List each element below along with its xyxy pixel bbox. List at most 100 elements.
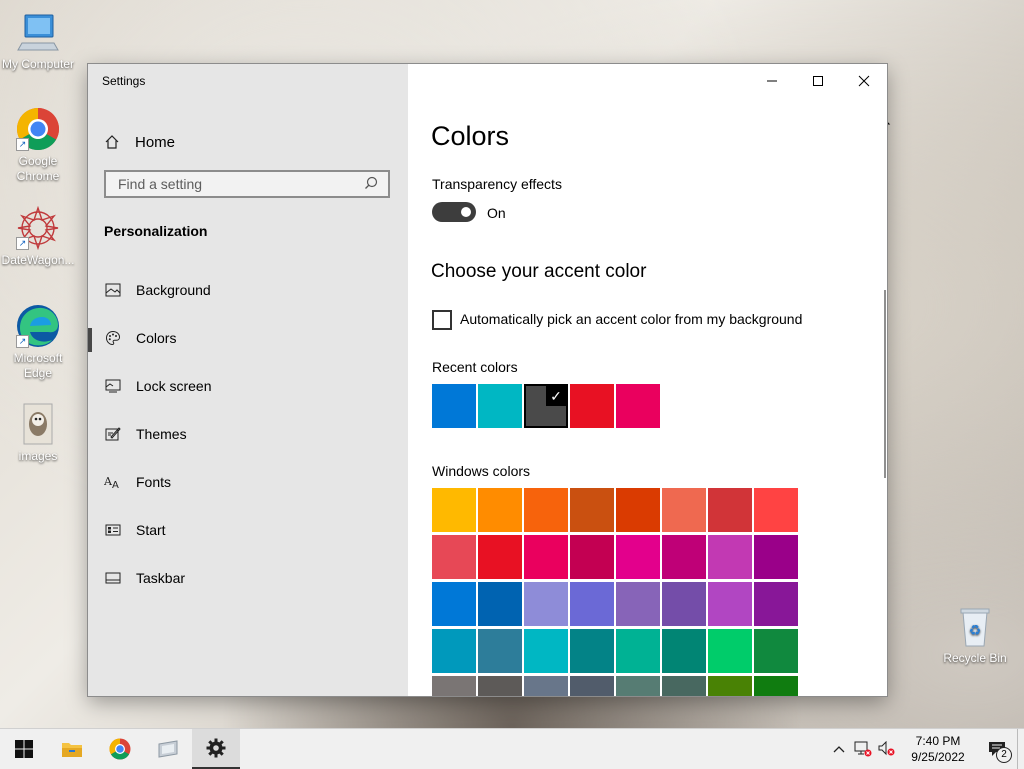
- windows-color-swatch[interactable]: [616, 582, 660, 626]
- windows-color-swatch[interactable]: [616, 488, 660, 532]
- desktop-icon-google-chrome[interactable]: ↗ Google Chrome: [0, 107, 76, 184]
- network-button[interactable]: [851, 729, 875, 769]
- desktop-icon-recycle-bin[interactable]: ♻ Recycle Bin: [937, 604, 1013, 666]
- show-desktop-button[interactable]: [1017, 729, 1024, 769]
- desktop-icon-label: DateWagon...: [1, 253, 75, 267]
- windows-color-swatch[interactable]: [432, 629, 476, 673]
- windows-color-swatch[interactable]: [708, 535, 752, 579]
- taskbar-settings[interactable]: [192, 729, 240, 769]
- windows-color-swatch[interactable]: [708, 676, 752, 696]
- windows-color-swatch[interactable]: [432, 676, 476, 696]
- nav-item-colors[interactable]: Colors: [88, 318, 408, 358]
- colors-page: Colors Transparency effects On Choose yo…: [408, 64, 887, 696]
- windows-color-swatch[interactable]: [708, 582, 752, 626]
- auto-pick-accent-label[interactable]: Automatically pick an accent color from …: [460, 311, 802, 327]
- windows-color-swatch[interactable]: [708, 488, 752, 532]
- windows-color-swatch[interactable]: [662, 676, 706, 696]
- windows-color-swatch[interactable]: [570, 582, 614, 626]
- taskbar-chrome[interactable]: [96, 729, 144, 769]
- windows-color-swatch[interactable]: [616, 535, 660, 579]
- windows-color-swatch[interactable]: [478, 535, 522, 579]
- windows-color-swatch[interactable]: [754, 676, 798, 696]
- content-scrollbar[interactable]: [884, 290, 886, 478]
- windows-color-swatch[interactable]: [524, 488, 568, 532]
- taskbar-file-explorer[interactable]: [48, 729, 96, 769]
- recent-color-swatch[interactable]: [570, 384, 614, 428]
- transparency-toggle-state: On: [487, 205, 506, 221]
- auto-pick-accent-checkbox[interactable]: [432, 310, 452, 330]
- windows-color-swatch[interactable]: [524, 582, 568, 626]
- windows-color-swatch[interactable]: [524, 629, 568, 673]
- nav-item-lock-screen[interactable]: Lock screen: [88, 366, 408, 406]
- recent-color-swatch[interactable]: [432, 384, 476, 428]
- windows-color-swatch[interactable]: [432, 535, 476, 579]
- close-button[interactable]: [841, 64, 887, 98]
- windows-color-swatch[interactable]: [616, 676, 660, 696]
- page-title: Colors: [431, 121, 510, 151]
- windows-color-swatch[interactable]: [524, 535, 568, 579]
- volume-button[interactable]: [875, 729, 899, 769]
- windows-color-swatch[interactable]: [478, 582, 522, 626]
- action-center-button[interactable]: 2: [977, 729, 1017, 769]
- maximize-button[interactable]: [795, 64, 841, 98]
- windows-color-swatch[interactable]: [478, 488, 522, 532]
- accent-color-heading: Choose your accent color: [431, 261, 647, 282]
- windows-color-swatch[interactable]: [570, 676, 614, 696]
- nav-item-themes[interactable]: Themes: [88, 414, 408, 454]
- start-button[interactable]: [0, 729, 48, 769]
- image-file-icon: [16, 402, 60, 446]
- taskbar-icon: [104, 572, 122, 584]
- fonts-icon: AA: [104, 475, 122, 489]
- windows-color-swatch[interactable]: [432, 488, 476, 532]
- desktop-icon-my-computer[interactable]: My Computer: [0, 10, 76, 72]
- taskbar-clock[interactable]: 7:40 PM 9/25/2022: [899, 733, 977, 765]
- windows-color-swatch[interactable]: [570, 535, 614, 579]
- recent-color-swatch[interactable]: [478, 384, 522, 428]
- windows-color-swatch[interactable]: [524, 676, 568, 696]
- search-input[interactable]: [116, 175, 364, 193]
- start-icon: [104, 524, 122, 536]
- recent-color-swatch[interactable]: [616, 384, 660, 428]
- find-setting-search[interactable]: [104, 170, 390, 198]
- windows-color-swatch[interactable]: [662, 488, 706, 532]
- app-icon: [158, 740, 178, 758]
- nav-section-title: Personalization: [104, 223, 208, 239]
- settings-icon: [206, 738, 226, 758]
- windows-color-swatch[interactable]: [754, 488, 798, 532]
- windows-color-swatch[interactable]: [570, 488, 614, 532]
- windows-color-swatch[interactable]: [662, 535, 706, 579]
- windows-color-swatch[interactable]: [478, 629, 522, 673]
- search-icon[interactable]: [364, 176, 378, 193]
- taskbar-app[interactable]: [144, 729, 192, 769]
- desktop-icon-microsoft-edge[interactable]: ↗ Microsoft Edge: [0, 304, 76, 381]
- nav-item-fonts[interactable]: AA Fonts: [88, 462, 408, 502]
- nav-item-background[interactable]: Background: [88, 270, 408, 310]
- nav-item-taskbar[interactable]: Taskbar: [88, 558, 408, 598]
- windows-color-swatch[interactable]: [662, 629, 706, 673]
- recent-color-swatch[interactable]: ✓: [524, 384, 568, 428]
- svg-text:♻: ♻: [969, 623, 982, 639]
- windows-color-swatch[interactable]: [570, 629, 614, 673]
- desktop-icon-datewagon[interactable]: ↗ DateWagon...: [0, 205, 76, 268]
- window-caption-buttons: [749, 64, 887, 98]
- nav-item-label: Background: [136, 282, 211, 298]
- nav-home[interactable]: Home: [104, 130, 175, 154]
- windows-color-swatch[interactable]: [432, 582, 476, 626]
- desktop-icon-images[interactable]: images: [0, 402, 76, 464]
- file-explorer-icon: [62, 743, 82, 757]
- minimize-button[interactable]: [749, 64, 795, 98]
- transparency-effects-label: Transparency effects: [432, 176, 562, 192]
- windows-color-swatch[interactable]: [708, 629, 752, 673]
- windows-color-swatch[interactable]: [754, 582, 798, 626]
- windows-color-swatch[interactable]: [616, 629, 660, 673]
- transparency-toggle[interactable]: [432, 202, 476, 222]
- windows-color-swatch[interactable]: [662, 582, 706, 626]
- windows-color-swatch[interactable]: [478, 676, 522, 696]
- show-hidden-icons-button[interactable]: [827, 729, 851, 769]
- lock-screen-icon: [104, 379, 122, 393]
- nav-item-start[interactable]: Start: [88, 510, 408, 550]
- windows-color-swatch[interactable]: [754, 629, 798, 673]
- system-tray: 7:40 PM 9/25/2022 2: [827, 729, 1024, 769]
- windows-color-swatch[interactable]: [754, 535, 798, 579]
- settings-nav-pane: Settings Home Personalization Background: [88, 64, 408, 696]
